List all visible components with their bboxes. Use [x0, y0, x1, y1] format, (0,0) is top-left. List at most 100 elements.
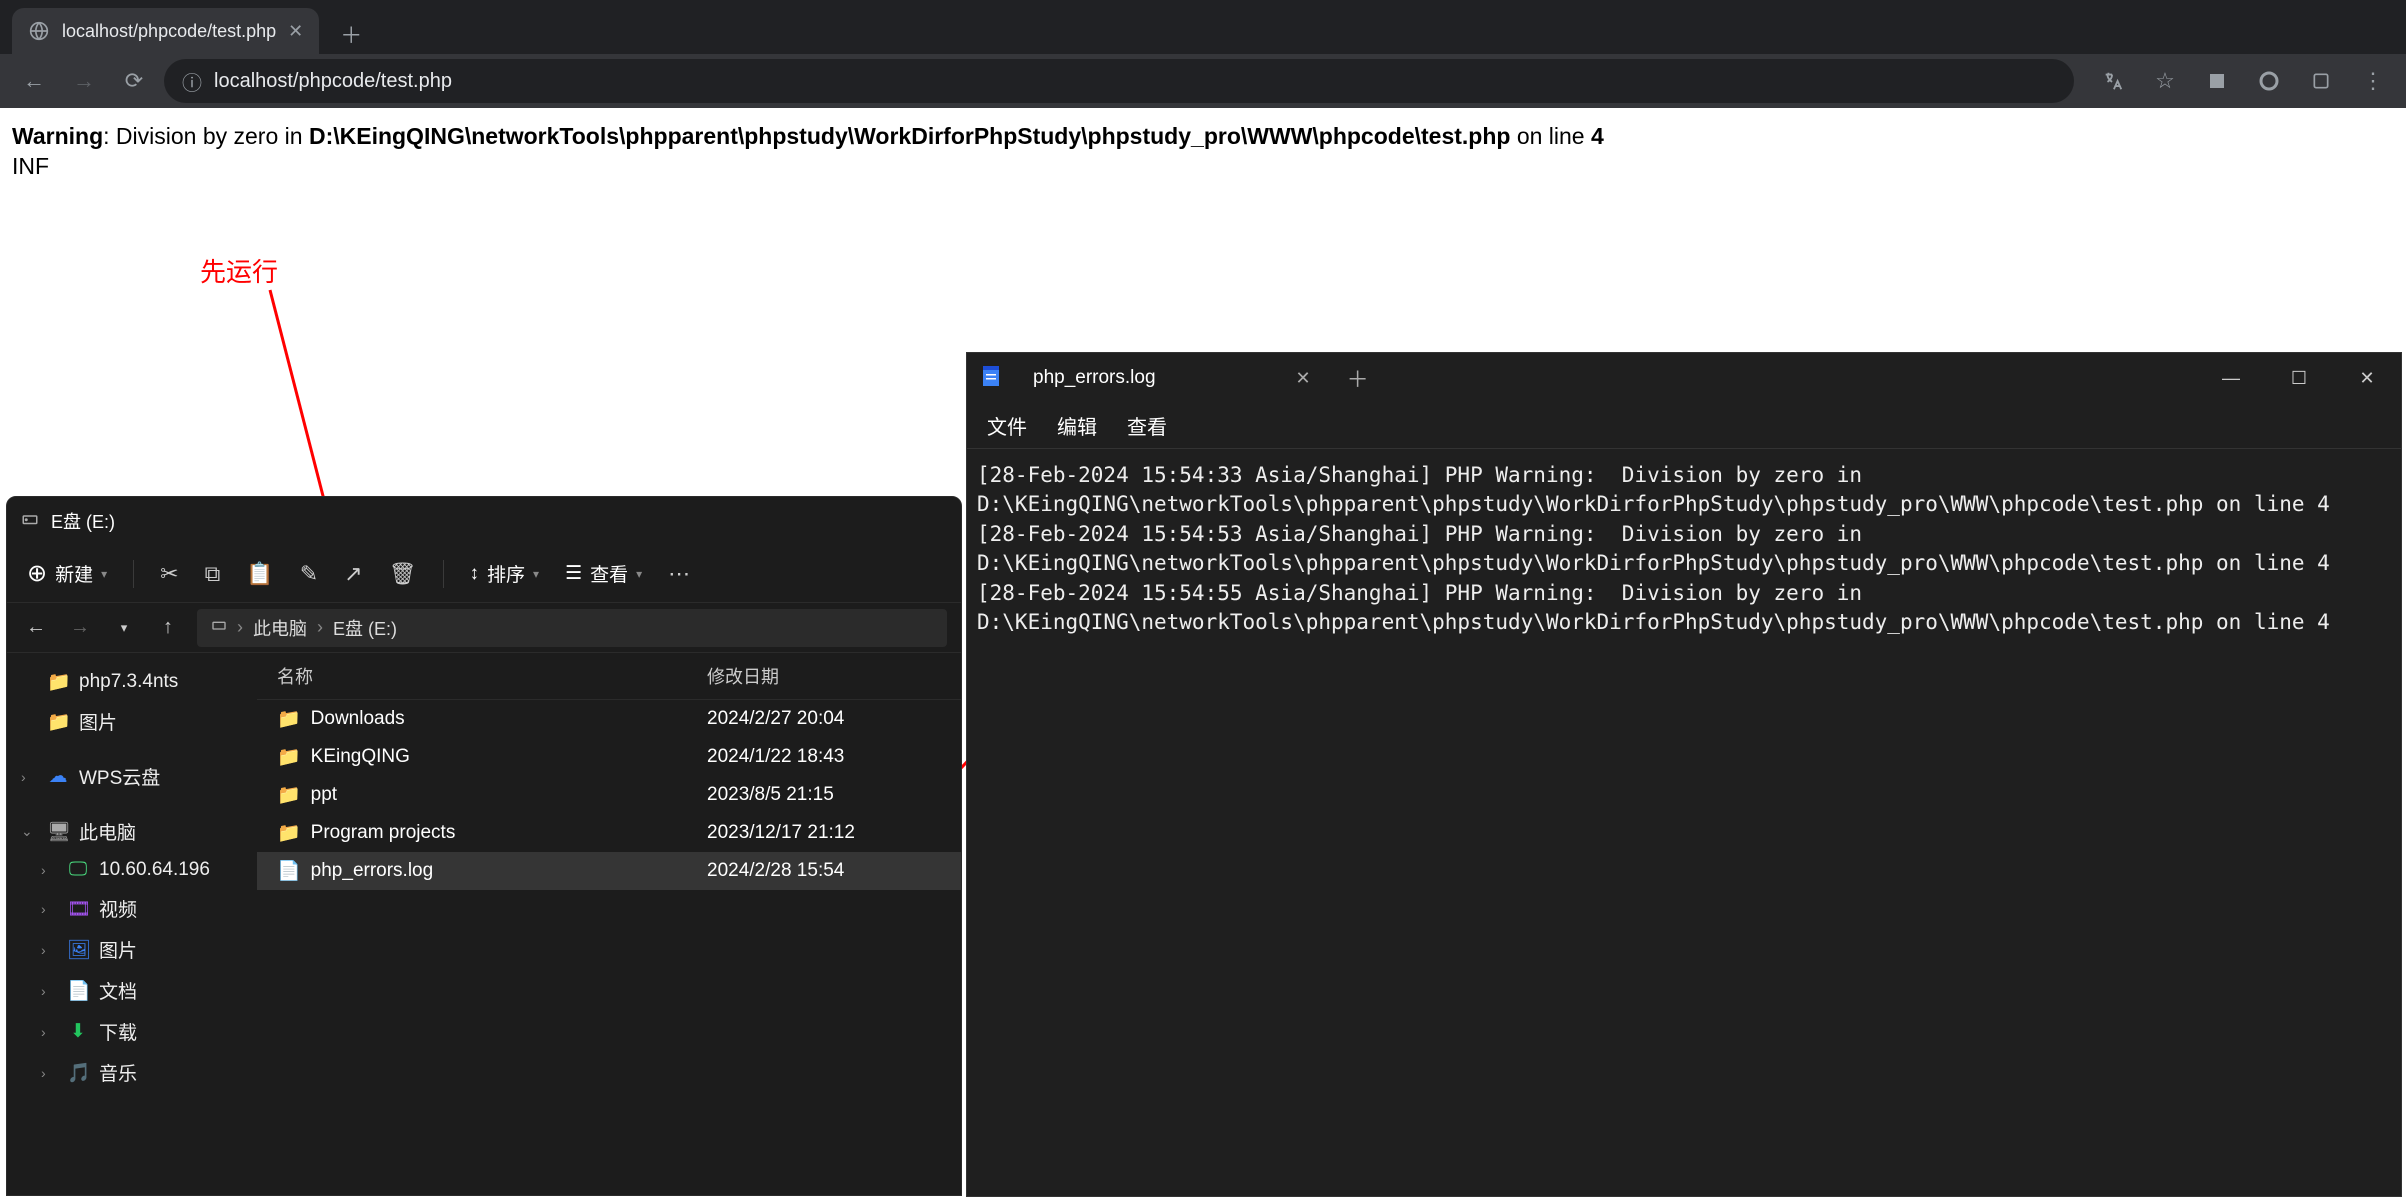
- browser-tab[interactable]: localhost/phpcode/test.php ✕: [12, 8, 319, 54]
- toolbar-right: ☆ ⋮: [2094, 62, 2392, 100]
- browser-toolbar: ← → ⟳ ⓘ localhost/phpcode/test.php ☆ ⋮: [0, 54, 2406, 108]
- notepad-titlebar[interactable]: php_errors.log ✕ ＋ — ☐ ✕: [967, 353, 2401, 403]
- window-buttons: — ☐ ✕: [2197, 353, 2401, 403]
- col-name[interactable]: 名称: [277, 663, 707, 689]
- warning-msg-2: on line: [1510, 123, 1591, 149]
- exp-forward-button[interactable]: →: [65, 616, 95, 639]
- address-bar[interactable]: ⓘ localhost/phpcode/test.php: [164, 59, 2074, 103]
- extensions-puzzle-icon[interactable]: [2302, 62, 2340, 100]
- file-name: php_errors.log: [311, 860, 434, 882]
- file-date: 2023/12/17 21:12: [707, 822, 855, 844]
- menu-edit[interactable]: 编辑: [1057, 411, 1097, 440]
- exp-up-button[interactable]: ↑: [153, 616, 183, 639]
- url-text: localhost/phpcode/test.php: [214, 70, 452, 93]
- warning-label: Warning: [12, 123, 103, 149]
- sidebar-item-pictures[interactable]: 📁图片: [15, 701, 249, 742]
- back-button[interactable]: ←: [14, 61, 54, 101]
- folder-icon: 📁: [277, 745, 301, 769]
- tab-close-icon[interactable]: ✕: [288, 21, 303, 42]
- file-rows: 📁Downloads2024/2/27 20:04📁KEingQING2024/…: [257, 700, 961, 890]
- new-tab-button[interactable]: ＋: [331, 14, 371, 54]
- col-date[interactable]: 修改日期: [707, 663, 779, 689]
- translate-icon[interactable]: [2094, 62, 2132, 100]
- delete-icon[interactable]: 🗑: [389, 561, 417, 587]
- minimize-button[interactable]: —: [2197, 353, 2265, 403]
- notepad-icon: [981, 364, 1001, 393]
- separator: [443, 560, 444, 588]
- copy-icon[interactable]: ⧉: [205, 561, 221, 587]
- breadcrumb[interactable]: › 此电脑 › E盘 (E:): [197, 609, 947, 647]
- file-explorer-window: E盘 (E:) ⊕新建 ▾ ✂ ⧉ 📋 ✎ ↗ 🗑 ↕ 排序 ▾ ☰ 查看 ▾ …: [6, 496, 962, 1196]
- close-window-button[interactable]: ✕: [2333, 353, 2401, 403]
- file-row[interactable]: 📁Downloads2024/2/27 20:04: [257, 700, 961, 738]
- file-list-area: 名称 修改日期 📁Downloads2024/2/27 20:04📁KEingQ…: [257, 653, 961, 1195]
- sidebar-item-pictures2[interactable]: ›🖼图片: [15, 929, 249, 970]
- profile-circle-icon[interactable]: [2250, 62, 2288, 100]
- explorer-sidebar: 📁php7.3.4nts 📁图片 ›☁WPS云盘 ⌄🖥此电脑 ›🖵10.60.6…: [7, 653, 257, 1195]
- page-body: Warning: Division by zero in D:\KEingQIN…: [0, 108, 2406, 196]
- warning-msg-1: : Division by zero in: [103, 123, 309, 149]
- folder-icon: 📁: [277, 783, 301, 807]
- forward-button[interactable]: →: [64, 61, 104, 101]
- reload-button[interactable]: ⟳: [114, 61, 154, 101]
- view-button[interactable]: ☰ 查看 ▾: [565, 560, 642, 587]
- drive-icon: [211, 617, 227, 638]
- notepad-new-tab[interactable]: ＋: [1329, 362, 1387, 394]
- globe-icon: [28, 20, 50, 42]
- extension-square-icon[interactable]: [2198, 62, 2236, 100]
- sidebar-item-wps[interactable]: ›☁WPS云盘: [15, 756, 249, 797]
- tab-title: localhost/phpcode/test.php: [62, 21, 276, 42]
- menu-dots-icon[interactable]: ⋮: [2354, 62, 2392, 100]
- inf-output: INF: [12, 152, 2394, 182]
- tab-strip: localhost/phpcode/test.php ✕ ＋: [0, 0, 2406, 54]
- file-row[interactable]: 📁ppt2023/8/5 21:15: [257, 776, 961, 814]
- notepad-tab-title: php_errors.log: [1033, 367, 1156, 389]
- file-name: Program projects: [311, 822, 456, 844]
- file-name: Downloads: [311, 708, 405, 730]
- sidebar-item-music[interactable]: ›🎵音乐: [15, 1052, 249, 1093]
- notepad-tab-close-icon[interactable]: ✕: [1296, 368, 1311, 389]
- sidebar-item-downloads[interactable]: ›⬇下载: [15, 1011, 249, 1052]
- folder-icon: 📁: [277, 821, 301, 845]
- more-icon[interactable]: ⋯: [668, 561, 690, 587]
- rename-icon[interactable]: ✎: [300, 561, 318, 587]
- explorer-toolbar: ⊕新建 ▾ ✂ ⧉ 📋 ✎ ↗ 🗑 ↕ 排序 ▾ ☰ 查看 ▾ ⋯: [7, 545, 961, 603]
- folder-icon: 📁: [277, 707, 301, 731]
- menu-file[interactable]: 文件: [987, 411, 1027, 440]
- notepad-content[interactable]: [28-Feb-2024 15:54:33 Asia/Shanghai] PHP…: [967, 449, 2401, 649]
- file-date: 2024/2/28 15:54: [707, 860, 844, 882]
- exp-recent-button[interactable]: ▾: [109, 620, 139, 636]
- column-headers[interactable]: 名称 修改日期: [257, 653, 961, 700]
- sidebar-item-thispc[interactable]: ⌄🖥此电脑: [15, 811, 249, 852]
- sort-button[interactable]: ↕ 排序 ▾: [470, 560, 540, 587]
- new-button[interactable]: ⊕新建 ▾: [27, 559, 107, 588]
- sidebar-item-docs[interactable]: ›📄文档: [15, 970, 249, 1011]
- sidebar-item-php[interactable]: 📁php7.3.4nts: [15, 663, 249, 701]
- sidebar-item-video[interactable]: ›🎞视频: [15, 888, 249, 929]
- drive-icon: [21, 510, 39, 533]
- sidebar-item-ip[interactable]: ›🖵10.60.64.196: [15, 852, 249, 888]
- annotation-run-first: 先运行: [200, 252, 278, 289]
- file-date: 2024/1/22 18:43: [707, 746, 844, 768]
- explorer-titlebar[interactable]: E盘 (E:): [7, 497, 961, 545]
- crumb-thispc[interactable]: 此电脑: [253, 615, 307, 641]
- file-row[interactable]: 📄php_errors.log2024/2/28 15:54: [257, 852, 961, 890]
- cut-icon[interactable]: ✂: [160, 561, 178, 587]
- browser-chrome: localhost/phpcode/test.php ✕ ＋ ← → ⟳ ⓘ l…: [0, 0, 2406, 108]
- file-row[interactable]: 📁 Program projects 2023/12/17 21:12: [257, 814, 961, 852]
- warning-line-num: 4: [1591, 123, 1604, 149]
- file-row[interactable]: 📁KEingQING2024/1/22 18:43: [257, 738, 961, 776]
- share-icon[interactable]: ↗: [344, 561, 362, 587]
- explorer-nav-row: ← → ▾ ↑ › 此电脑 › E盘 (E:): [7, 603, 961, 653]
- notepad-tab[interactable]: php_errors.log ✕: [1015, 353, 1329, 403]
- site-info-icon[interactable]: ⓘ: [182, 67, 202, 96]
- exp-back-button[interactable]: ←: [21, 616, 51, 639]
- maximize-button[interactable]: ☐: [2265, 353, 2333, 403]
- bookmark-star-icon[interactable]: ☆: [2146, 62, 2184, 100]
- menu-view[interactable]: 查看: [1127, 411, 1167, 440]
- explorer-title: E盘 (E:): [51, 508, 115, 534]
- paste-icon[interactable]: 📋: [246, 561, 273, 587]
- crumb-drive[interactable]: E盘 (E:): [333, 615, 397, 641]
- file-name: ppt: [311, 784, 337, 806]
- notepad-window: php_errors.log ✕ ＋ — ☐ ✕ 文件 编辑 查看 [28-Fe…: [966, 352, 2402, 1197]
